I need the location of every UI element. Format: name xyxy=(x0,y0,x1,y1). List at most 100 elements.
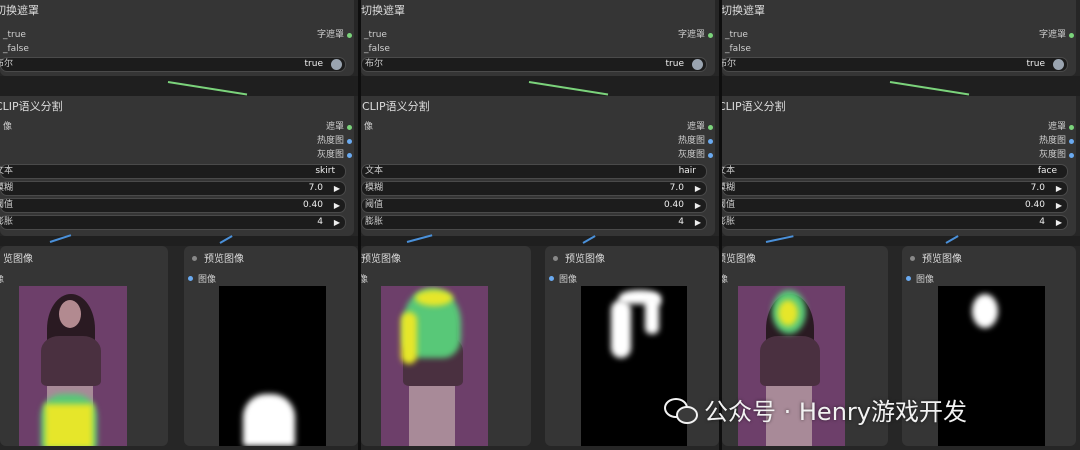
image-input-port[interactable] xyxy=(188,276,193,281)
boolean-toggle[interactable]: 布尔 true xyxy=(722,57,1068,72)
mask-port[interactable] xyxy=(708,125,713,130)
boolean-value: true xyxy=(1026,59,1045,69)
output-mask-label: 字遮罩 xyxy=(316,30,344,40)
node-title: CLIP语义分割 xyxy=(362,100,430,113)
blur-value: 7.0 xyxy=(308,183,323,193)
heatmap-overlay-core xyxy=(778,300,798,326)
output-port[interactable] xyxy=(1069,33,1074,38)
clip-seg-node[interactable]: CLIP语义分割 像 遮罩 热度图 灰度图 文本 skirt 模糊 7.0 ▶ … xyxy=(0,96,354,236)
preview-title: 预览图像 xyxy=(361,254,401,265)
toggle-knob[interactable] xyxy=(692,59,703,70)
boolean-value: true xyxy=(665,59,684,69)
boolean-label: 布尔 xyxy=(365,59,384,69)
blur-field[interactable]: 模糊 7.0 ▶ xyxy=(361,181,707,196)
heatmap-overlay-core xyxy=(45,404,93,446)
heatmap-port[interactable] xyxy=(708,139,713,144)
canvas-gap xyxy=(722,76,1080,96)
blur-field[interactable]: 模糊 7.0 ▶ xyxy=(0,181,346,196)
input-true-label: _true xyxy=(364,30,387,40)
heatmap-overlay-crown xyxy=(415,290,453,306)
text-value: hair xyxy=(678,166,696,176)
increment-arrow-icon[interactable]: ▶ xyxy=(334,182,340,195)
output-port[interactable] xyxy=(347,33,352,38)
increment-arrow-icon[interactable]: ▶ xyxy=(1056,199,1062,212)
output-grayscale-label: 灰度图 xyxy=(316,150,344,160)
output-mask-label: 字遮罩 xyxy=(1038,30,1066,40)
text-label: 文本 xyxy=(365,166,384,176)
preview-port-label: 图像 xyxy=(198,275,217,285)
output-grayscale-label: 灰度图 xyxy=(677,150,705,160)
toggle-knob[interactable] xyxy=(331,59,342,70)
switch-mask-node[interactable]: 切换遮罩 _true 字遮罩 _false 布尔 true xyxy=(722,0,1076,76)
increment-arrow-icon[interactable]: ▶ xyxy=(334,216,340,229)
preview-node-left[interactable]: 览图像 像 xyxy=(0,246,168,446)
preview-title: 预览图像 xyxy=(922,254,962,265)
text-value: face xyxy=(1037,166,1057,176)
blur-field[interactable]: 模糊 7.0 ▶ xyxy=(722,181,1068,196)
blur-value: 7.0 xyxy=(1030,183,1045,193)
input-false-label: _false xyxy=(364,44,390,54)
text-field[interactable]: 文本 face xyxy=(722,164,1068,179)
dilate-label: 膨胀 xyxy=(722,217,736,227)
text-field[interactable]: 文本 skirt xyxy=(0,164,346,179)
grayscale-port[interactable] xyxy=(347,153,352,158)
threshold-field[interactable]: 阈值 0.40 ▶ xyxy=(0,198,346,213)
canvas-gap xyxy=(361,76,719,96)
output-heatmap-label: 热度图 xyxy=(1038,136,1066,146)
threshold-value: 0.40 xyxy=(1024,200,1045,210)
mask-port[interactable] xyxy=(1069,125,1074,130)
canvas-gap xyxy=(0,76,358,96)
preview-port-label: 图像 xyxy=(559,275,578,285)
grayscale-port[interactable] xyxy=(708,153,713,158)
canvas-gap xyxy=(361,236,719,246)
boolean-label: 布尔 xyxy=(722,59,737,69)
mask-preview xyxy=(219,286,326,446)
boolean-label: 布尔 xyxy=(0,59,14,69)
node-title: CLIP语义分割 xyxy=(722,100,786,113)
preview-node-left[interactable]: 预览图像 像 xyxy=(361,246,531,446)
workflow-panel-face: 切换遮罩 _true 字遮罩 _false 布尔 true CLIP语义分割 遮… xyxy=(722,0,1080,450)
output-heatmap-label: 热度图 xyxy=(677,136,705,146)
heatmap-port[interactable] xyxy=(1069,139,1074,144)
boolean-value: true xyxy=(304,59,323,69)
increment-arrow-icon[interactable]: ▶ xyxy=(695,199,701,212)
blur-label: 模糊 xyxy=(722,183,736,193)
increment-arrow-icon[interactable]: ▶ xyxy=(334,199,340,212)
preview-node-right[interactable]: 预览图像 图像 xyxy=(184,246,358,446)
boolean-toggle[interactable]: 布尔 true xyxy=(361,57,707,72)
boolean-toggle[interactable]: 布尔 true xyxy=(0,57,346,72)
threshold-field[interactable]: 阈值 0.40 ▶ xyxy=(722,198,1068,213)
toggle-knob[interactable] xyxy=(1053,59,1064,70)
mask-port[interactable] xyxy=(347,125,352,130)
dilate-value: 4 xyxy=(678,217,684,227)
dilate-field[interactable]: 膨胀 4 ▶ xyxy=(361,215,707,230)
watermark: 公众号 · Henry游戏开发 xyxy=(664,392,967,427)
dilate-field[interactable]: 膨胀 4 ▶ xyxy=(0,215,346,230)
output-mask-label: 遮罩 xyxy=(686,122,705,132)
clip-seg-node[interactable]: CLIP语义分割 遮罩 热度图 灰度图 文本 face 模糊 7.0 ▶ 阈值 … xyxy=(722,96,1076,236)
node-status-dot xyxy=(553,256,558,261)
output-mask-label: 遮罩 xyxy=(1047,122,1066,132)
output-grayscale-label: 灰度图 xyxy=(1038,150,1066,160)
increment-arrow-icon[interactable]: ▶ xyxy=(1056,182,1062,195)
preview-port-label: 像 xyxy=(722,275,729,285)
clip-seg-node[interactable]: CLIP语义分割 像 遮罩 热度图 灰度图 文本 hair 模糊 7.0 ▶ 阈… xyxy=(361,96,715,236)
text-field[interactable]: 文本 hair xyxy=(361,164,707,179)
image-input-port[interactable] xyxy=(549,276,554,281)
increment-arrow-icon[interactable]: ▶ xyxy=(695,182,701,195)
switch-mask-node[interactable]: 切换遮罩 _true 字遮罩 _false 布尔 true xyxy=(0,0,354,76)
canvas-gap xyxy=(722,236,1080,246)
heatmap-port[interactable] xyxy=(347,139,352,144)
grayscale-port[interactable] xyxy=(1069,153,1074,158)
increment-arrow-icon[interactable]: ▶ xyxy=(695,216,701,229)
image-input-port[interactable] xyxy=(906,276,911,281)
workflow-panel-skirt: 切换遮罩 _true 字遮罩 _false 布尔 true CLIP语义分割 像… xyxy=(0,0,358,450)
threshold-label: 阈值 xyxy=(0,200,14,210)
output-port[interactable] xyxy=(708,33,713,38)
dilate-value: 4 xyxy=(317,217,323,227)
dilate-field[interactable]: 膨胀 4 ▶ xyxy=(722,215,1068,230)
input-image-label: 像 xyxy=(3,122,13,132)
threshold-field[interactable]: 阈值 0.40 ▶ xyxy=(361,198,707,213)
increment-arrow-icon[interactable]: ▶ xyxy=(1056,216,1062,229)
switch-mask-node[interactable]: 切换遮罩 _true 字遮罩 _false 布尔 true xyxy=(361,0,715,76)
